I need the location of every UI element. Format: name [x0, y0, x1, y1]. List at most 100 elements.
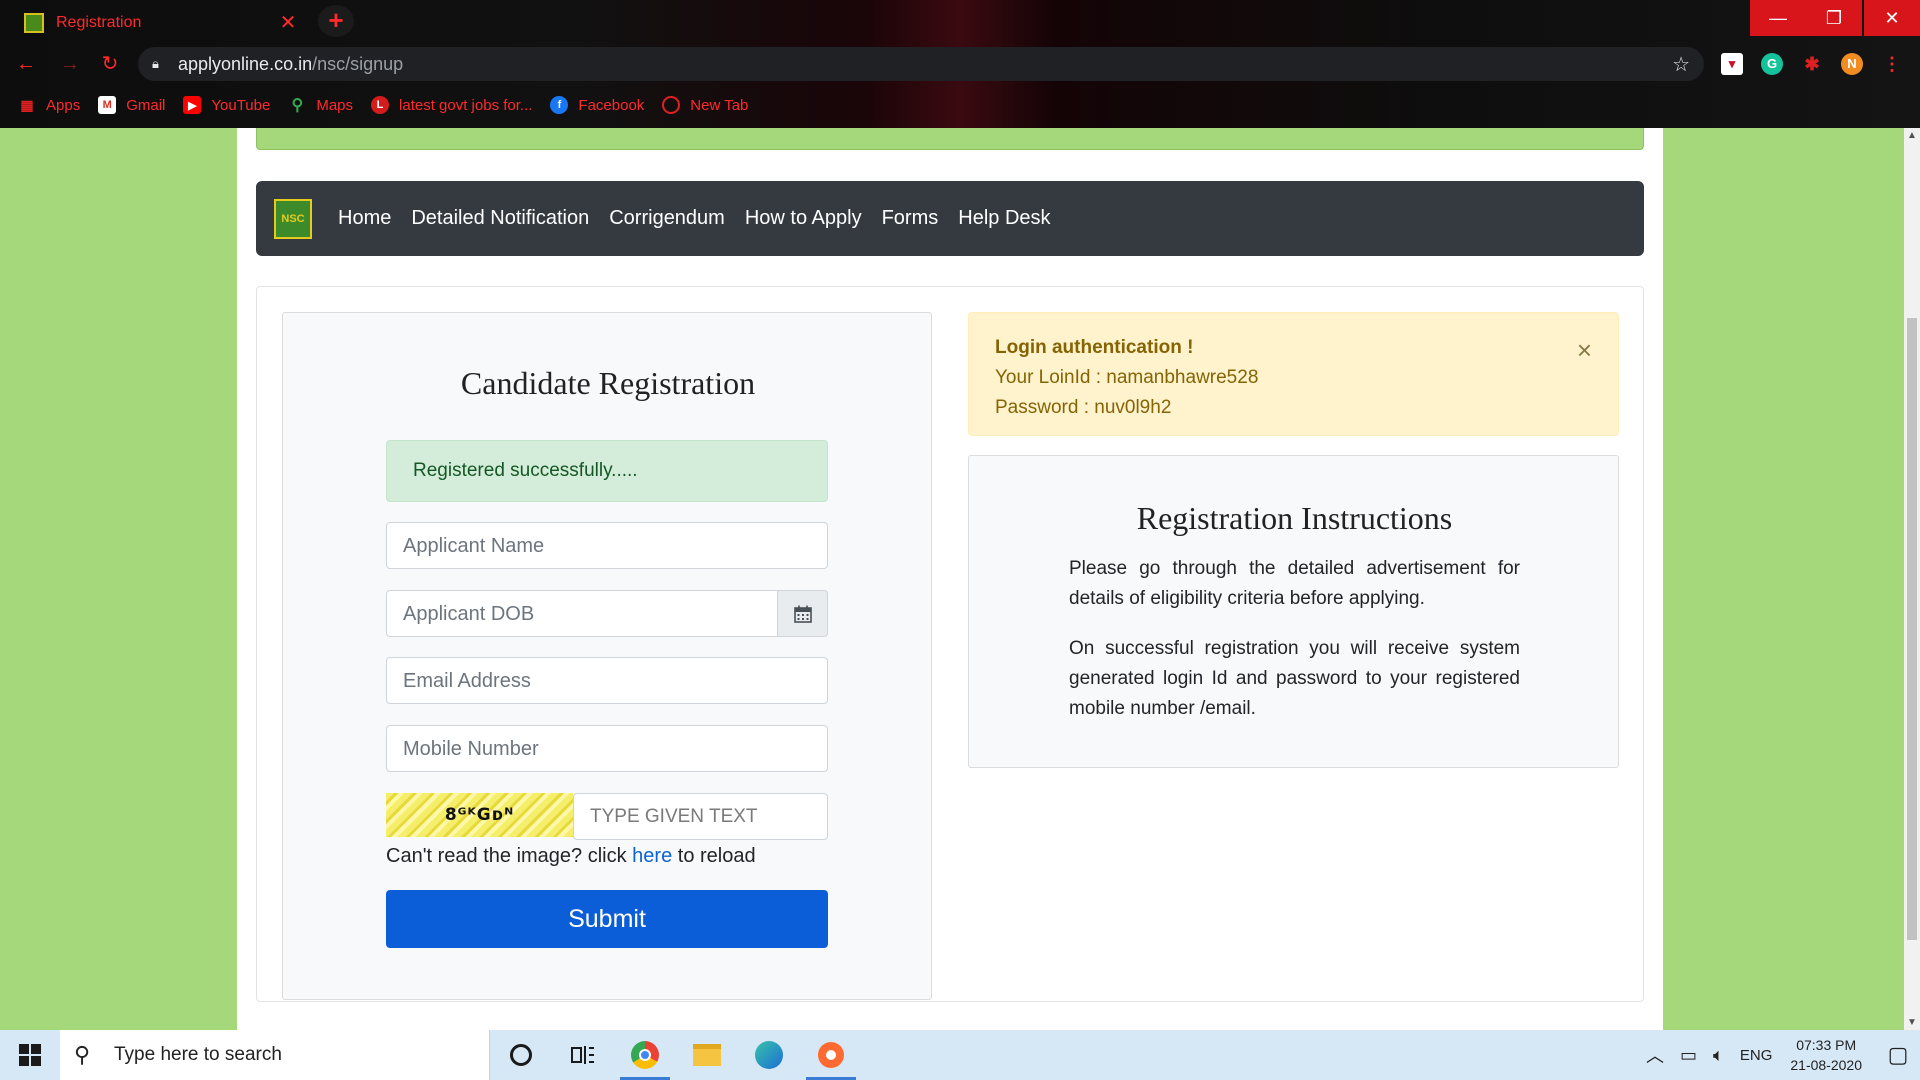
taskbar-search-placeholder: Type here to search: [114, 1044, 282, 1065]
bookmark-star-icon[interactable]: ☆: [1672, 52, 1690, 77]
file-explorer-icon[interactable]: [676, 1030, 738, 1080]
youtube-icon: ▶: [183, 96, 202, 114]
bookmark-label: Maps: [316, 96, 354, 114]
system-tray: ︿ ▭ 🔈︎ ENG 07:33 PM 21-08-2020 ▢: [1638, 1030, 1920, 1080]
email-address-input[interactable]: Email Address: [386, 657, 828, 704]
cortana-icon[interactable]: [490, 1030, 552, 1080]
instructions-paragraph: On successful registration you will rece…: [1069, 638, 1520, 719]
search-icon: ⚲: [74, 1042, 91, 1067]
clock-date: 21-08-2020: [1790, 1057, 1862, 1073]
bookmarks-bar: ▦ Apps M Gmail ▶ YouTube ⚲ Maps Llatest govt…: [0, 90, 1920, 120]
login-id-line: Your LoinId : namanbhawre528: [995, 367, 1259, 388]
bookmark-label: Apps: [46, 96, 81, 114]
battery-icon[interactable]: ▭: [1680, 1045, 1697, 1066]
app-taskbar-icon[interactable]: [800, 1030, 862, 1080]
bookmark-label: New Tab: [690, 96, 749, 114]
page-viewport: NSC Home Detailed Notification Corrigend…: [0, 128, 1904, 1030]
nav-forms[interactable]: Forms: [882, 207, 939, 230]
taskbar-search[interactable]: ⚲ Type here to search: [60, 1030, 490, 1080]
content-panel: Candidate Registration Registered succes…: [256, 286, 1644, 1002]
maps-pin-icon: ⚲: [291, 97, 304, 114]
tab-close-icon[interactable]: ✕: [276, 10, 300, 35]
nav-corrigendum[interactable]: Corrigendum: [609, 207, 725, 230]
submit-button[interactable]: Submit: [386, 890, 828, 948]
url-path: /nsc/signup: [312, 53, 404, 74]
reload-icon[interactable]: ↻: [98, 52, 122, 76]
forward-icon[interactable]: →: [58, 52, 82, 76]
back-icon[interactable]: ←: [14, 52, 38, 76]
browser-menu-icon[interactable]: ⋮: [1881, 53, 1903, 75]
captcha-image: 8ᴳᴷGᴅᴺ: [386, 793, 573, 837]
language-indicator[interactable]: ENG: [1740, 1047, 1773, 1064]
nav-home[interactable]: Home: [338, 207, 391, 230]
browser-tab[interactable]: Registration ✕: [8, 4, 308, 41]
restore-button[interactable]: ❐: [1806, 0, 1862, 36]
scrollbar-thumb[interactable]: [1907, 318, 1917, 940]
nav-detailed-notification[interactable]: Detailed Notification: [411, 207, 589, 230]
new-tab-button[interactable]: +: [318, 5, 354, 37]
bookmark-maps[interactable]: ⚲ Maps: [288, 96, 354, 115]
bookmark-youtube[interactable]: ▶ YouTube: [183, 96, 270, 114]
main-navbar: NSC Home Detailed Notification Corrigend…: [256, 181, 1644, 256]
extensions-puzzle-icon[interactable]: ✱: [1801, 53, 1823, 75]
site-favicon-icon: [24, 12, 44, 33]
applicant-name-input[interactable]: Applicant Name: [386, 522, 828, 569]
password-line: Password : nuv0l9h2: [995, 397, 1172, 418]
alert-close-icon[interactable]: ×: [1577, 335, 1592, 365]
scroll-down-icon[interactable]: ▼: [1904, 1017, 1920, 1028]
login-alert-title: Login authentication !: [995, 337, 1194, 358]
instructions-heading: Registration Instructions: [1136, 500, 1453, 536]
registration-heading: Candidate Registration: [460, 365, 756, 401]
instructions-paragraph: Please go through the detailed advertise…: [1069, 558, 1520, 609]
bookmark-gmail[interactable]: M Gmail: [98, 96, 165, 114]
reload-prefix: Can't read the image? click: [386, 845, 633, 867]
success-alert: Registered successfully.....: [386, 440, 828, 502]
govt-jobs-icon: L: [371, 96, 390, 114]
window-close-button[interactable]: ✕: [1864, 0, 1920, 36]
browser-chrome: Registration ✕ + — ❐ ✕ ← → ↻ 🔒︎ applyonl…: [0, 0, 1920, 128]
task-view-icon[interactable]: [552, 1030, 614, 1080]
edge-icon[interactable]: [738, 1030, 800, 1080]
globe-icon: [662, 96, 681, 114]
gmail-icon: M: [98, 96, 117, 114]
clock[interactable]: 07:33 PM 21-08-2020: [1790, 1035, 1862, 1075]
address-bar[interactable]: 🔒︎ applyonline.co.in/nsc/signup ☆: [138, 47, 1704, 81]
chevron-up-icon[interactable]: ︿: [1646, 1042, 1664, 1068]
lock-icon: 🔒︎: [152, 56, 159, 71]
captcha-input[interactable]: TYPE GIVEN TEXT: [573, 793, 828, 840]
grammarly-extension-icon[interactable]: G: [1761, 53, 1783, 75]
windows-start-icon[interactable]: [0, 1030, 60, 1080]
browser-toolbar: ← → ↻ 🔒︎ applyonline.co.in/nsc/signup ☆ …: [0, 44, 1920, 84]
page-container: NSC Home Detailed Notification Corrigend…: [237, 128, 1663, 1030]
scroll-up-icon[interactable]: ▲: [1904, 130, 1920, 141]
tab-title: Registration: [56, 13, 142, 31]
nav-help-desk[interactable]: Help Desk: [958, 207, 1050, 230]
volume-icon[interactable]: 🔈︎: [1713, 1045, 1724, 1066]
header-strip: [256, 128, 1644, 150]
bookmark-new-tab[interactable]: New Tab: [662, 96, 748, 114]
chrome-taskbar-icon[interactable]: [614, 1030, 676, 1080]
mobile-number-input[interactable]: Mobile Number: [386, 725, 828, 772]
page-scrollbar[interactable]: ▲ ▼: [1904, 128, 1920, 1030]
instructions-card: Registration Instructions Please go thro…: [968, 455, 1619, 768]
pocket-extension-icon[interactable]: ▾: [1721, 53, 1743, 75]
nav-how-to-apply[interactable]: How to Apply: [745, 207, 862, 230]
bookmark-label: latest govt jobs for...: [399, 96, 533, 114]
clock-time: 07:33 PM: [1796, 1037, 1857, 1053]
url-text: applyonline.co.in/nsc/signup: [178, 54, 403, 75]
bookmark-govt-jobs[interactable]: Llatest govt jobs for...: [371, 96, 532, 114]
bookmark-label: Facebook: [578, 96, 645, 114]
facebook-icon: f: [550, 96, 569, 114]
minimize-button[interactable]: —: [1750, 0, 1806, 36]
profile-avatar[interactable]: N: [1841, 53, 1863, 75]
site-logo[interactable]: NSC: [274, 198, 312, 239]
bookmark-facebook[interactable]: f Facebook: [550, 96, 644, 114]
bookmark-apps[interactable]: ▦ Apps: [18, 96, 80, 114]
login-auth-alert: Login authentication ! Your LoinId : nam…: [968, 312, 1619, 436]
captcha-reload-link[interactable]: here: [632, 845, 672, 867]
applicant-dob-input[interactable]: Applicant DOB: [386, 590, 778, 637]
notifications-icon[interactable]: ▢: [1876, 1042, 1920, 1068]
calendar-icon[interactable]: [778, 590, 828, 637]
apps-grid-icon: ▦: [20, 96, 34, 113]
registration-card: Candidate Registration Registered succes…: [282, 312, 932, 1000]
